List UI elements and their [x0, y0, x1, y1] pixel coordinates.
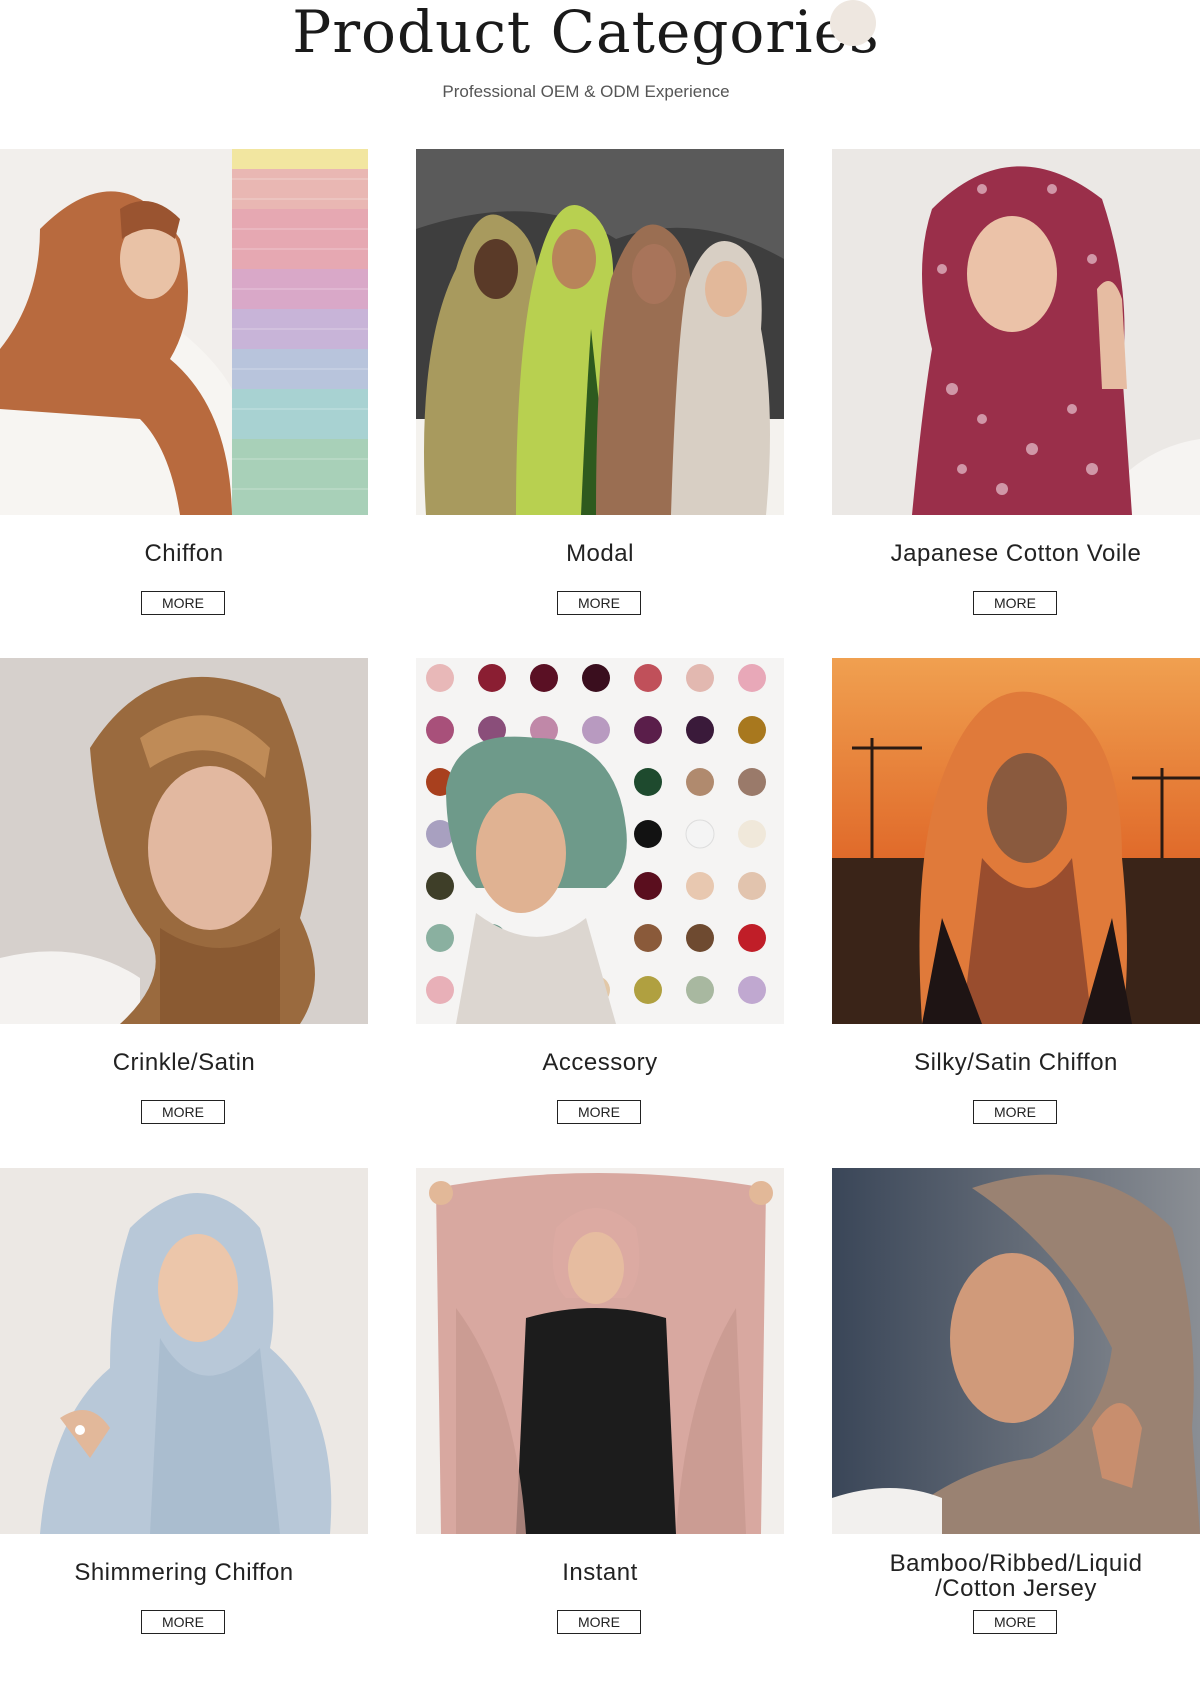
- category-card-crinkle-satin: Crinkle/Satin MORE: [0, 658, 368, 1136]
- category-label: Accessory: [542, 1049, 658, 1076]
- accessory-photo: [416, 658, 784, 1024]
- category-label: Shimmering Chiffon: [74, 1559, 294, 1586]
- category-label: Chiffon: [144, 540, 224, 567]
- modal-photo: [416, 149, 784, 515]
- more-button-modal[interactable]: MORE: [557, 591, 641, 615]
- category-card-accessory: Accessory MORE: [416, 658, 784, 1136]
- category-image-crinkle-satin[interactable]: [0, 658, 368, 1024]
- more-button-japanese-cotton-voile[interactable]: MORE: [973, 591, 1057, 615]
- category-label: Instant: [562, 1559, 638, 1586]
- more-button-shimmering-chiffon[interactable]: MORE: [141, 1610, 225, 1634]
- more-button-chiffon[interactable]: MORE: [141, 591, 225, 615]
- category-card-japanese-cotton-voile: Japanese Cotton Voile MORE: [832, 149, 1200, 627]
- satin-photo: [0, 658, 368, 1024]
- category-card-instant: Instant MORE: [416, 1168, 784, 1646]
- category-label: Silky/Satin Chiffon: [914, 1049, 1118, 1076]
- category-grid: Chiffon MORE Modal MORE Japanese Cotton …: [0, 0, 1200, 1683]
- category-image-instant[interactable]: [416, 1168, 784, 1534]
- jersey-photo: [832, 1168, 1200, 1534]
- more-button-bamboo-ribbed-liquid-cotton-jersey[interactable]: MORE: [973, 1610, 1057, 1634]
- category-label: Crinkle/Satin: [112, 1049, 256, 1076]
- category-card-chiffon: Chiffon MORE: [0, 149, 368, 627]
- voile-photo: [832, 149, 1200, 515]
- chiffon-photo: [0, 149, 368, 515]
- more-button-crinkle-satin[interactable]: MORE: [141, 1100, 225, 1124]
- category-image-bamboo-ribbed-liquid-cotton-jersey[interactable]: [832, 1168, 1200, 1534]
- category-label: Japanese Cotton Voile: [890, 540, 1142, 567]
- category-image-shimmering-chiffon[interactable]: [0, 1168, 368, 1534]
- category-card-modal: Modal MORE: [416, 149, 784, 627]
- category-label-line2: /Cotton Jersey: [935, 1575, 1097, 1602]
- category-image-chiffon[interactable]: [0, 149, 368, 515]
- category-image-silky-satin-chiffon[interactable]: [832, 658, 1200, 1024]
- category-image-modal[interactable]: [416, 149, 784, 515]
- category-card-silky-satin-chiffon: Silky/Satin Chiffon MORE: [832, 658, 1200, 1136]
- category-card-bamboo-ribbed-liquid-cotton-jersey: Bamboo/Ribbed/Liquid /Cotton Jersey MORE: [832, 1168, 1200, 1646]
- silky-photo: [832, 658, 1200, 1024]
- category-image-accessory[interactable]: [416, 658, 784, 1024]
- category-image-japanese-cotton-voile[interactable]: [832, 149, 1200, 515]
- shimmer-photo: [0, 1168, 368, 1534]
- category-label-line1: Bamboo/Ribbed/Liquid: [889, 1550, 1143, 1577]
- category-label: Modal: [566, 540, 634, 567]
- category-label: Bamboo/Ribbed/Liquid /Cotton Jersey: [832, 1551, 1200, 1601]
- more-button-silky-satin-chiffon[interactable]: MORE: [973, 1100, 1057, 1124]
- category-card-shimmering-chiffon: Shimmering Chiffon MORE: [0, 1168, 368, 1646]
- more-button-instant[interactable]: MORE: [557, 1610, 641, 1634]
- instant-photo: [416, 1168, 784, 1534]
- more-button-accessory[interactable]: MORE: [557, 1100, 641, 1124]
